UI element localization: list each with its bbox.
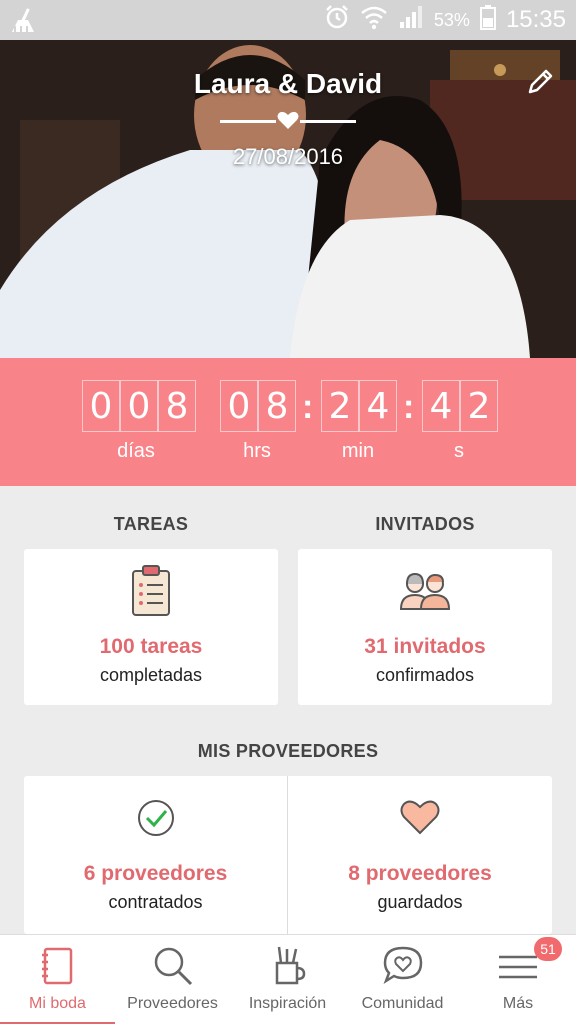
hired-vendors-count: 6 proveedores [83,862,228,885]
wedding-countdown: 0 0 8 0 8 : 2 4 : 4 2 días hrs min s [0,358,576,486]
saved-vendors-count: 8 proveedores [348,862,492,885]
countdown-seconds-label: s [454,440,464,462]
guests-icon [399,572,451,610]
countdown-separator: : [403,388,415,426]
tasks-status: completadas [99,665,203,685]
nav-label: Proveedores [127,995,218,1012]
couple-names: Laura & David [193,68,383,99]
wifi-icon [360,4,388,36]
notebook-icon [41,947,72,985]
pencil-cup-icon [275,946,305,985]
edit-icon[interactable] [524,66,556,98]
guests-card[interactable]: 31 invitados confirmados [298,549,552,705]
hired-vendors[interactable]: 6 proveedores contratados [24,776,287,934]
saved-vendors-status: guardados [377,892,463,912]
nav-label: Comunidad [361,995,444,1012]
heart-icon [400,800,440,835]
countdown-hours: 0 8 [220,380,296,432]
nav-mas[interactable]: 51 Más [460,935,576,1024]
countdown-separator: : [302,388,314,426]
nav-proveedores[interactable]: Proveedores [115,935,230,1024]
countdown-digit: 2 [321,380,359,432]
heart-icon [277,111,299,129]
battery-icon [479,4,496,36]
notification-badge: 51 [534,937,562,961]
countdown-digit: 8 [258,380,296,432]
countdown-digit: 4 [422,380,460,432]
cleaner-icon [8,6,38,39]
countdown-digit: 0 [120,380,158,432]
tasks-card[interactable]: 100 tareas completadas [24,549,278,705]
vendors-title: MIS PROVEEDORES [197,741,379,761]
countdown-seconds: 4 2 [422,380,498,432]
countdown-digit: 4 [359,380,397,432]
hired-vendors-status: contratados [108,892,203,912]
status-clock: 15:35 [505,6,566,33]
chat-heart-icon [383,946,422,985]
guests-count: 31 invitados [364,635,486,658]
countdown-minutes: 2 4 [321,380,397,432]
countdown-digit: 2 [460,380,498,432]
countdown-hours-label: hrs [243,440,271,462]
vendors-card: 6 proveedores contratados 8 proveedores … [24,776,552,934]
tasks-count: 100 tareas [99,635,203,658]
countdown-digit: 0 [82,380,120,432]
battery-percent: 53% [433,9,470,30]
search-icon [154,947,192,986]
countdown-days-label: días [117,440,155,462]
nav-inspiracion[interactable]: Inspiración [230,935,345,1024]
clipboard-icon [132,565,170,616]
nav-label: Mi boda [29,995,86,1012]
guests-status: confirmados [375,665,475,685]
countdown-digit: 0 [220,380,258,432]
names-divider [220,111,356,129]
tasks-title: TAREAS [113,514,189,534]
nav-mi-boda[interactable]: Mi boda [0,935,115,1024]
signal-icon [398,4,424,36]
wedding-date: 27/08/2016 [232,144,344,169]
alarm-icon [324,4,350,36]
nav-comunidad[interactable]: Comunidad [345,935,460,1024]
nav-label: Inspiración [248,995,327,1012]
saved-vendors[interactable]: 8 proveedores guardados [288,776,552,934]
couple-photo-header: Laura & David 27/08/2016 [0,40,576,358]
nav-label: Más [502,995,534,1012]
check-circle-icon [137,800,174,836]
bottom-navigation: Mi boda Proveedores Inspiración Comunida… [0,934,576,1024]
status-bar: 53% 15:35 [0,0,576,40]
guests-title: INVITADOS [375,514,475,534]
countdown-digit: 8 [158,380,196,432]
countdown-minutes-label: min [341,440,375,462]
countdown-days: 0 0 8 [82,380,196,432]
